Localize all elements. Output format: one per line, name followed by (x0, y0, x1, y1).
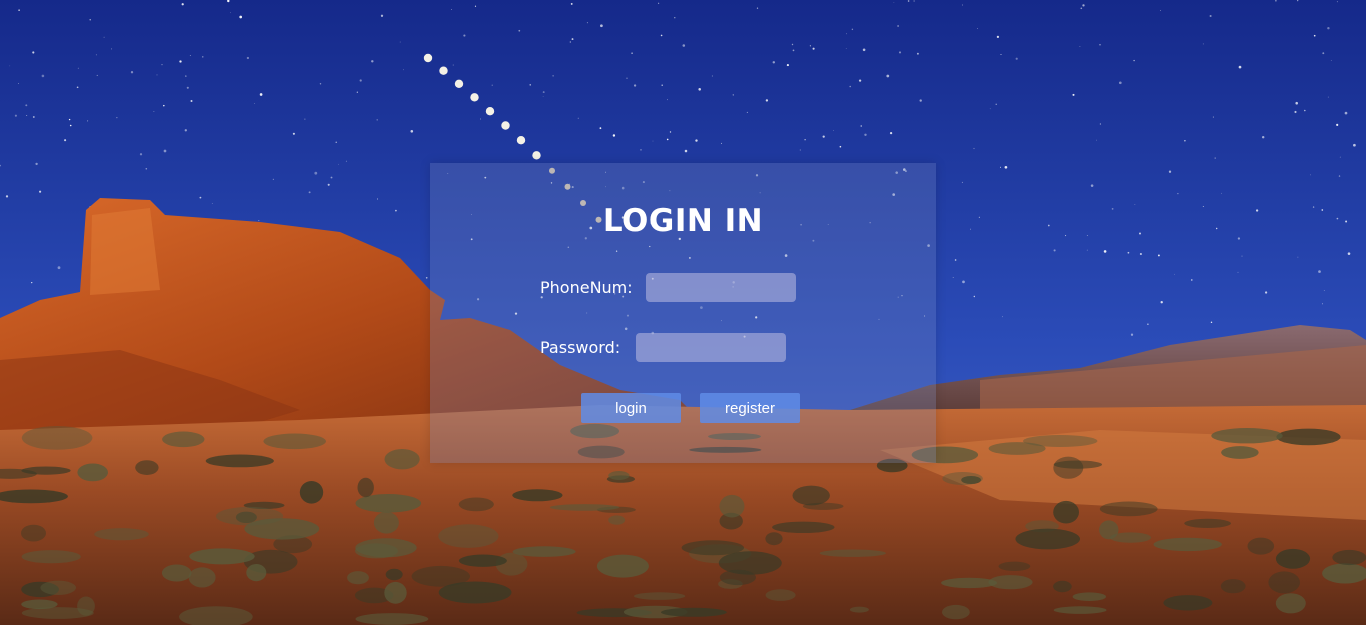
login-button[interactable]: login (581, 393, 681, 423)
password-label: Password: (540, 338, 621, 357)
phone-label: PhoneNum: (540, 278, 633, 297)
phone-input[interactable] (646, 273, 796, 302)
password-input[interactable] (636, 333, 786, 362)
register-button[interactable]: register (700, 393, 800, 423)
login-panel: LOGIN IN PhoneNum: Password: login regis… (430, 163, 936, 463)
login-title: LOGIN IN (602, 203, 764, 239)
